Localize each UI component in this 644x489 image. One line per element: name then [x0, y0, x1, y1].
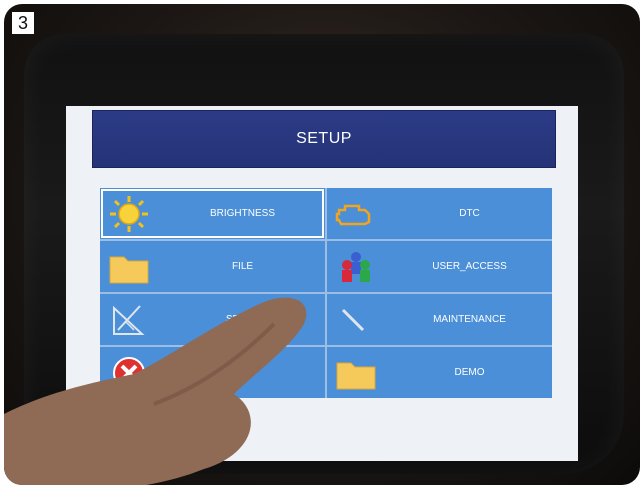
user-access-label: USER_ACCESS: [432, 261, 507, 272]
maintenance-label: MAINTENANCE: [433, 314, 506, 325]
sun-icon: [110, 195, 148, 232]
pointing-hand: [4, 297, 307, 485]
file-label: FILE: [231, 261, 254, 272]
engine-icon: [335, 204, 371, 225]
dtc-label: DTC: [459, 208, 480, 219]
users-icon: [342, 251, 370, 282]
demo-label: DEMO: [454, 367, 485, 378]
brightness-label: BRIGHTNESS: [209, 208, 275, 219]
file-button[interactable]: FILE: [100, 241, 325, 292]
dtc-button[interactable]: DTC: [327, 188, 552, 239]
brightness-button[interactable]: BRIGHTNESS: [100, 188, 325, 239]
step-number-badge: 3: [12, 12, 34, 34]
page-title-bar: SETUP: [92, 110, 556, 168]
user-access-button[interactable]: USER_ACCESS: [327, 241, 552, 292]
photo-frame: 3 SETUP BRIGHTNESS DTC FILE USER_ACCESS …: [4, 4, 640, 485]
folder-icon: [109, 256, 149, 283]
page-title: SETUP: [296, 130, 352, 147]
